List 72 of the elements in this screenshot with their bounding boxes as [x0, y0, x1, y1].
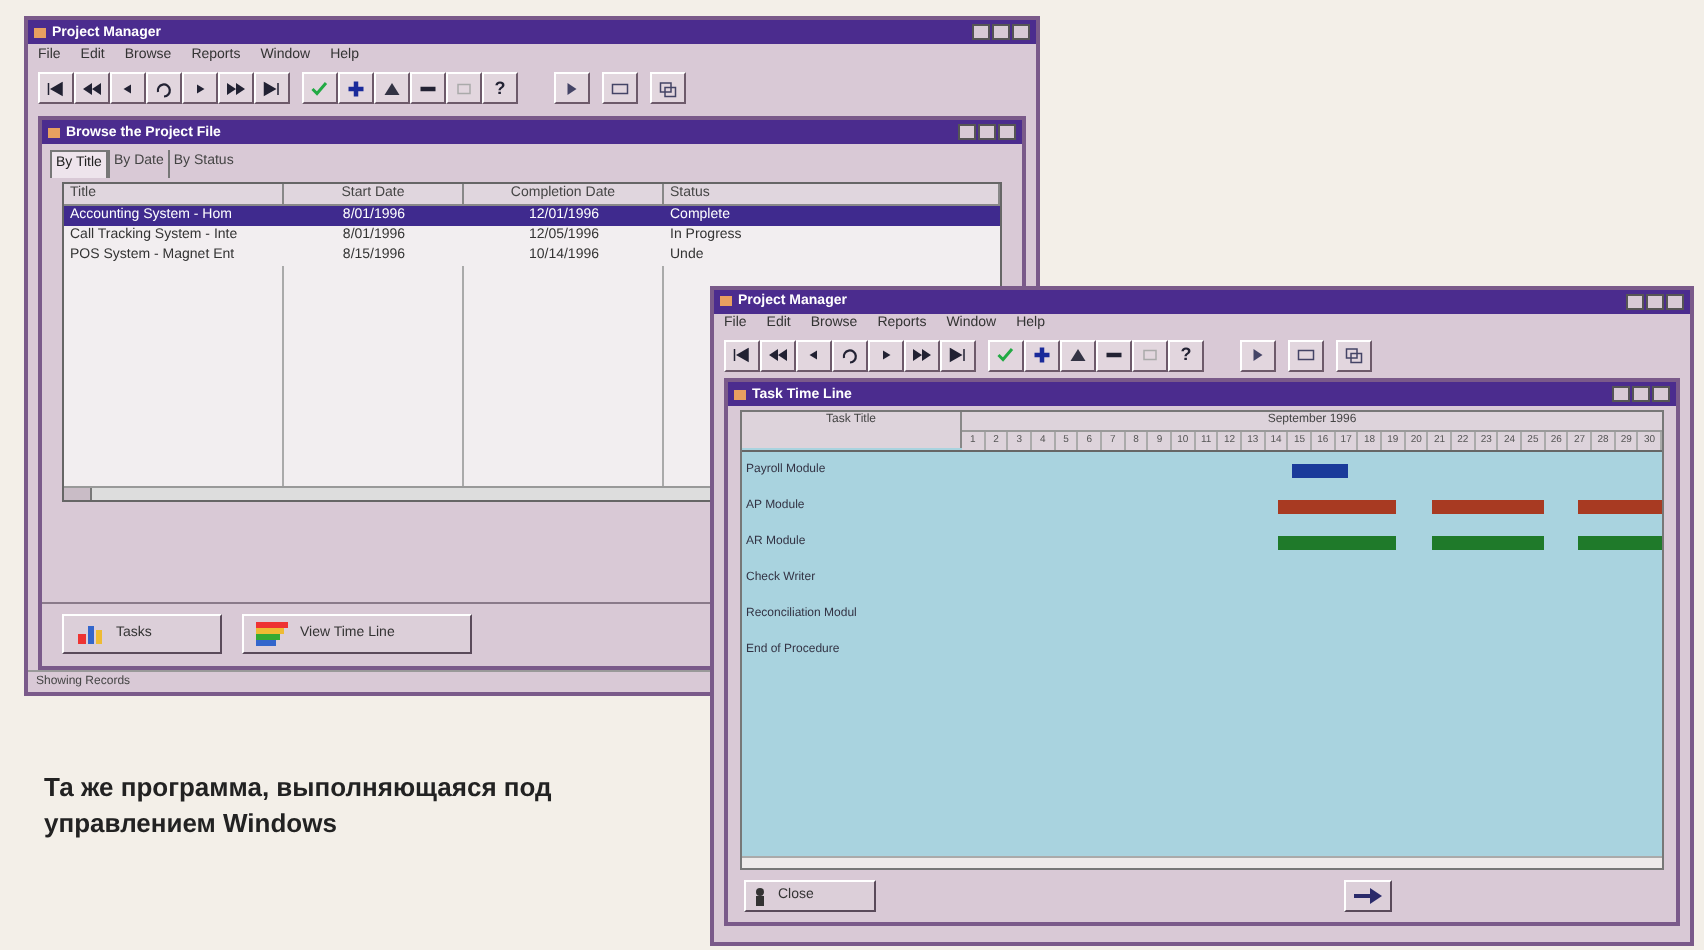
toolbar-button[interactable]: [650, 72, 686, 104]
close-button[interactable]: [1012, 24, 1030, 40]
toolbar-button[interactable]: [1060, 339, 1096, 372]
toolbar-button[interactable]: [182, 72, 218, 104]
toolbar-button[interactable]: [410, 72, 446, 104]
toolbar-button[interactable]: [338, 72, 374, 104]
color-bars-icon: [256, 622, 288, 646]
toolbar-button[interactable]: [1288, 339, 1324, 372]
toolbar-button[interactable]: [110, 72, 146, 104]
horizontal-scrollbar[interactable]: [742, 856, 1662, 869]
maximize-button[interactable]: [1646, 293, 1664, 310]
help-button[interactable]: ?: [482, 72, 518, 104]
toolbar-button[interactable]: [1336, 339, 1372, 372]
undo-icon: [152, 77, 176, 99]
toolbar-button[interactable]: [988, 339, 1024, 372]
minimize-button[interactable]: [972, 24, 990, 40]
minimize-button[interactable]: [1612, 386, 1630, 403]
caption: Та же программа, выполняющаяся под управлением Windows: [44, 770, 554, 842]
app-icon: [720, 296, 732, 307]
fast-rewind-icon: [80, 77, 104, 99]
plus-icon: [1030, 344, 1054, 367]
close-button[interactable]: [998, 124, 1016, 140]
cascade-icon: [656, 77, 680, 99]
close-button[interactable]: [1666, 293, 1684, 310]
maximize-button[interactable]: [992, 24, 1010, 40]
cascade-icon: [1342, 344, 1366, 367]
toolbar-button[interactable]: [146, 72, 182, 104]
toolbar-button[interactable]: [38, 72, 74, 104]
fast-forward-icon: [224, 77, 248, 99]
toolbar-button[interactable]: [832, 339, 868, 372]
checkmark-icon: [308, 77, 332, 99]
toolbar-button[interactable]: [302, 72, 338, 104]
toolbar-button[interactable]: [374, 72, 410, 104]
close-button[interactable]: [1652, 386, 1670, 403]
triangle-icon: [1066, 344, 1090, 367]
toolbar-button[interactable]: [796, 339, 832, 372]
toolbar-button[interactable]: [868, 339, 904, 372]
fast-forward-icon: [910, 344, 934, 367]
toolbar-button[interactable]: [1132, 339, 1168, 372]
toolbar-button[interactable]: [1096, 339, 1132, 372]
minimize-button[interactable]: [1626, 293, 1644, 310]
last-record-icon: [946, 344, 970, 367]
app-icon: [34, 27, 46, 37]
toolbar-button[interactable]: [254, 72, 290, 104]
maximize-button[interactable]: [1632, 386, 1650, 403]
toolbar-button[interactable]: [760, 339, 796, 372]
forward-button[interactable]: [1344, 880, 1392, 913]
plus-icon: [344, 77, 368, 99]
toolbar-button[interactable]: [940, 339, 976, 372]
toolbar-button[interactable]: [554, 72, 590, 104]
minimize-button[interactable]: [958, 124, 976, 140]
first-record-icon: [730, 344, 754, 367]
toolbar-button[interactable]: [602, 72, 638, 104]
first-record-icon: [44, 77, 68, 99]
toolbar-button[interactable]: [724, 339, 760, 372]
help-button[interactable]: ?: [1168, 339, 1204, 372]
checkmark-icon: [994, 344, 1018, 367]
tasks-icon: [76, 622, 104, 646]
right-arrow-icon: [1354, 888, 1382, 905]
toolbar-button[interactable]: [1240, 339, 1276, 372]
person-icon: [754, 887, 766, 906]
maximize-button[interactable]: [978, 124, 996, 140]
app-icon: [734, 389, 746, 400]
fast-rewind-icon: [766, 344, 790, 367]
undo-icon: [838, 344, 862, 367]
toolbar-button[interactable]: [218, 72, 254, 104]
app-icon: [48, 127, 60, 137]
toolbar-button[interactable]: [446, 72, 482, 104]
toolbar-button[interactable]: [1024, 339, 1060, 372]
toolbar-button[interactable]: [904, 339, 940, 372]
toolbar-button[interactable]: [74, 72, 110, 104]
last-record-icon: [260, 77, 284, 99]
